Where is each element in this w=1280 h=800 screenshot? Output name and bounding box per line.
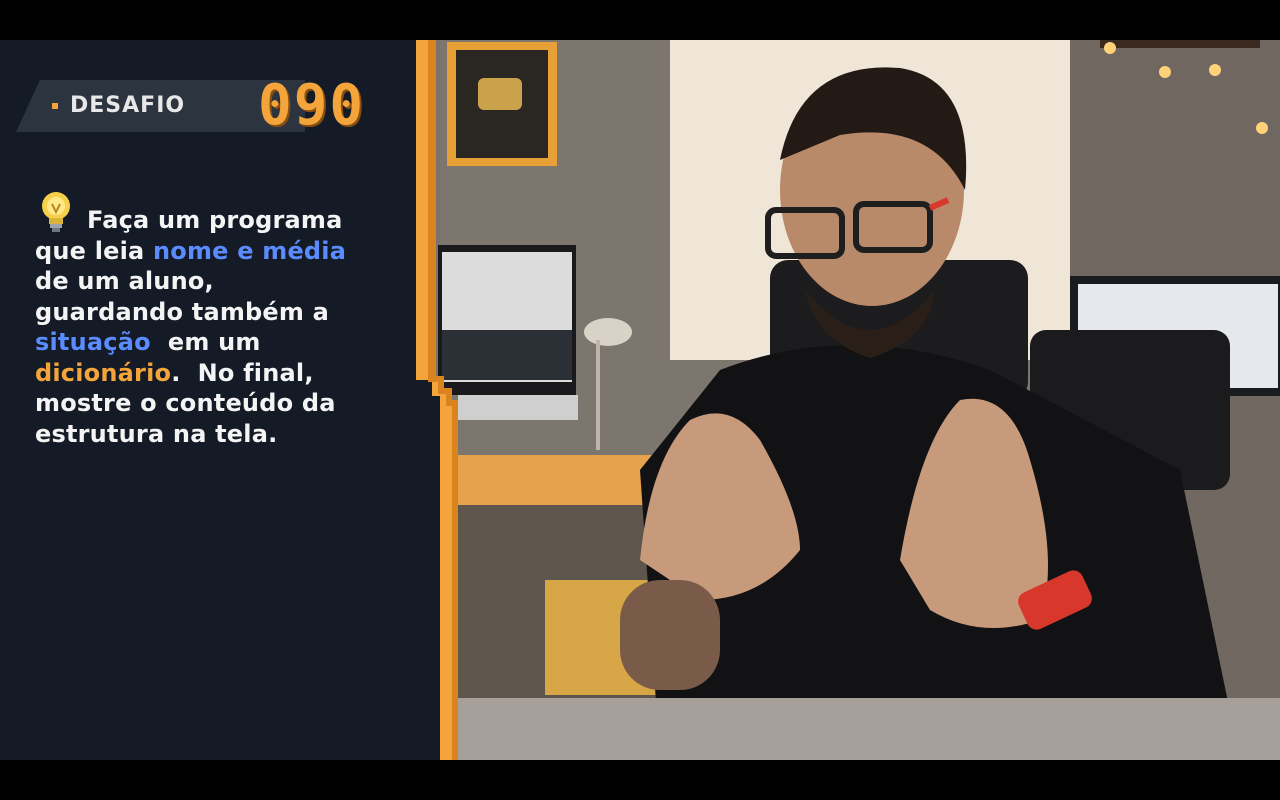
instructions-line-7: mostre o conteúdo da	[35, 389, 336, 417]
instructions-line-8: estrutura na tela.	[35, 419, 278, 448]
instructions-line-6: dicionário. No final,	[35, 358, 385, 389]
letterbox-top	[0, 0, 1280, 40]
highlight-situacao: situação	[35, 328, 151, 356]
challenge-label: DESAFIO	[70, 93, 186, 118]
instructions-line-2-prefix: que leia	[35, 236, 153, 265]
instructions-line-4: guardando também a	[35, 297, 330, 326]
highlight-dicionario: dicionário	[35, 358, 172, 387]
video-frame: DESAFIO 090 Faça um programa que leia no…	[0, 40, 1280, 760]
instructions-line-1: Faça um programa	[87, 206, 343, 234]
instructions-line-5: situação em um	[35, 327, 385, 358]
instructions-line-3: de um aluno,	[35, 267, 214, 295]
highlight-nome-media: nome e média	[152, 236, 347, 265]
letterbox-bottom	[0, 760, 1280, 800]
instructions-line-2: que leia nome e média	[35, 236, 385, 267]
label-bullet	[52, 103, 58, 109]
challenge-instructions: Faça um programa que leia nome e média d…	[35, 205, 385, 449]
instructions-line-6-suffix: . No final,	[171, 358, 314, 387]
challenge-panel: DESAFIO 090 Faça um programa que leia no…	[0, 40, 458, 760]
challenge-number: 090	[258, 73, 366, 138]
instructions-line-5-suffix: em um	[150, 328, 261, 356]
